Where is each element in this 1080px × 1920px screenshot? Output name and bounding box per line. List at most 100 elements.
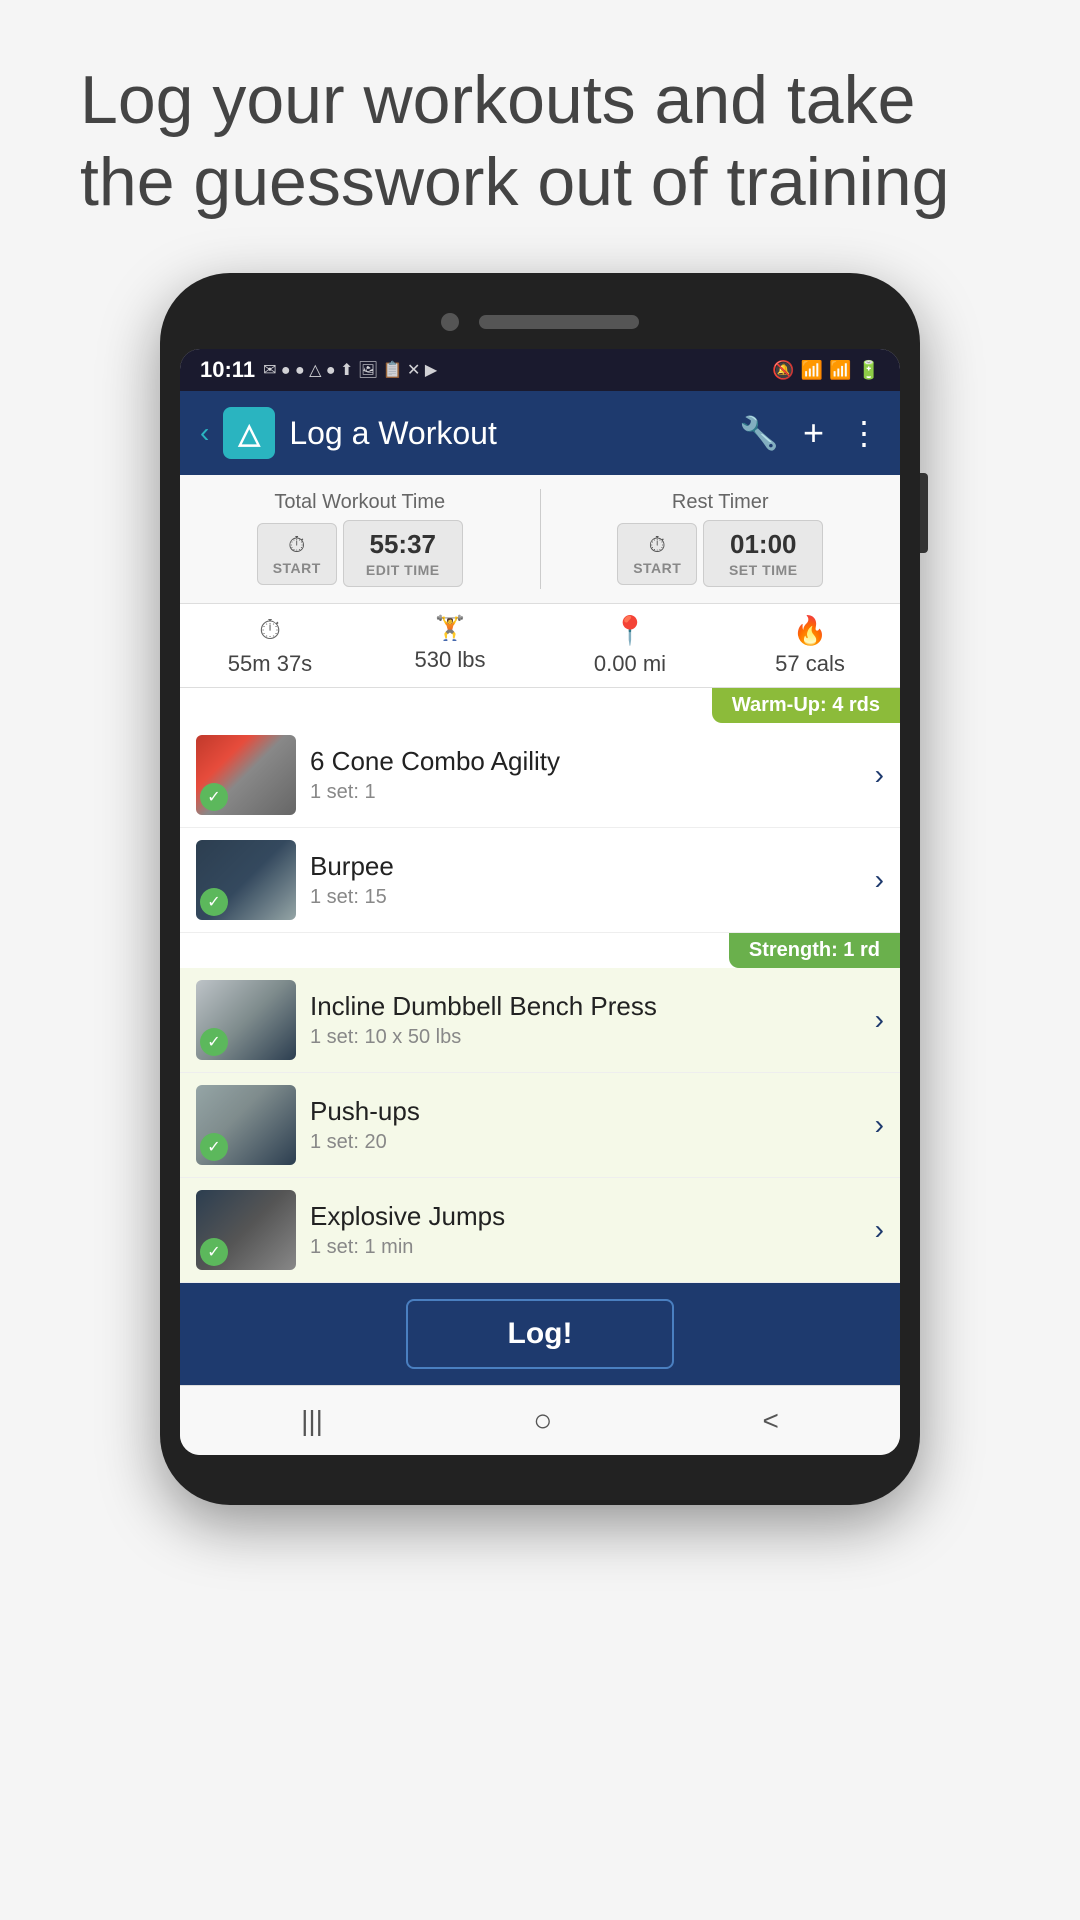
nav-menu-icon[interactable]: ||| xyxy=(301,1405,323,1437)
app-logo: △ xyxy=(223,407,275,459)
stat-time-icon: ⏱ xyxy=(259,614,281,647)
rest-start-button[interactable]: ⏱ START xyxy=(617,523,697,585)
headline: Log your workouts and take the guesswork… xyxy=(0,0,1080,263)
rest-timer-label: Rest Timer xyxy=(672,491,769,514)
stat-weight-icon: 🏋 xyxy=(435,614,465,643)
stat-calories-icon: 🔥 xyxy=(793,614,828,647)
menu-icon[interactable]: ⋮ xyxy=(848,414,880,452)
exercise-detail-1: 1 set: 1 xyxy=(310,781,861,804)
exercise-name-3: Incline Dumbbell Bench Press xyxy=(310,991,861,1022)
rest-timer: Rest Timer ⏱ START 01:00 SET TIME xyxy=(541,485,901,593)
stat-calories: 🔥 57 cals xyxy=(720,614,900,677)
status-icons-left: ✉ ● ● △ ● ⬆ 🖼 📋 ✕ ▶ xyxy=(263,360,437,380)
exercise-check-1: ✓ xyxy=(200,783,228,811)
exercise-info-5: Explosive Jumps 1 set: 1 min xyxy=(310,1201,861,1259)
stat-weight: 🏋 530 lbs xyxy=(360,614,540,677)
exercise-thumbnail-2: ✓ xyxy=(196,840,296,920)
exercise-name-2: Burpee xyxy=(310,851,861,882)
exercise-check-5: ✓ xyxy=(200,1238,228,1266)
warmup-section-tag: Warm-Up: 4 rds xyxy=(180,688,900,723)
exercise-item-2[interactable]: ✓ Burpee 1 set: 15 › xyxy=(180,828,900,933)
log-bar: Log! xyxy=(180,1283,900,1385)
workout-start-label: START xyxy=(273,560,321,576)
stat-time-value: 55m 37s xyxy=(228,651,312,677)
phone-top-bar xyxy=(180,303,900,349)
exercise-name-4: Push-ups xyxy=(310,1096,861,1127)
exercise-info-1: 6 Cone Combo Agility 1 set: 1 xyxy=(310,746,861,804)
phone-camera xyxy=(441,313,459,331)
exercise-arrow-1[interactable]: › xyxy=(875,759,884,791)
logo-icon: △ xyxy=(239,417,261,450)
rest-clock-icon: ⏱ xyxy=(649,532,666,558)
exercise-detail-2: 1 set: 15 xyxy=(310,886,861,909)
workout-start-button[interactable]: ⏱ START xyxy=(257,523,337,585)
exercise-thumbnail-3: ✓ xyxy=(196,980,296,1060)
status-left: 10:11 ✉ ● ● △ ● ⬆ 🖼 📋 ✕ ▶ xyxy=(200,357,437,383)
total-workout-label: Total Workout Time xyxy=(274,491,445,514)
timer-section: Total Workout Time ⏱ START 55:37 EDIT TI… xyxy=(180,475,900,604)
header-icons: 🔧 + ⋮ xyxy=(739,412,880,454)
rest-set-label: SET TIME xyxy=(729,562,798,578)
workout-clock-icon: ⏱ xyxy=(288,532,305,558)
total-workout-timer: Total Workout Time ⏱ START 55:37 EDIT TI… xyxy=(180,485,540,593)
workout-content: Warm-Up: 4 rds ✓ 6 Cone Combo Agility 1 … xyxy=(180,688,900,1283)
headline-text: Log your workouts and take the guesswork… xyxy=(80,60,1000,223)
exercise-item[interactable]: ✓ 6 Cone Combo Agility 1 set: 1 › xyxy=(180,723,900,828)
exercise-item-4[interactable]: ✓ Push-ups 1 set: 20 › xyxy=(180,1073,900,1178)
status-time: 10:11 xyxy=(200,357,255,383)
stat-weight-value: 530 lbs xyxy=(415,647,486,673)
phone-nav: ||| ○ < xyxy=(180,1385,900,1455)
status-bar: 10:11 ✉ ● ● △ ● ⬆ 🖼 📋 ✕ ▶ 🔕 📶 📶 🔋 xyxy=(180,349,900,391)
stats-row: ⏱ 55m 37s 🏋 530 lbs 📍 0.00 mi 🔥 57 cals xyxy=(180,604,900,688)
warmup-badge: Warm-Up: 4 rds xyxy=(712,688,900,723)
exercise-check-3: ✓ xyxy=(200,1028,228,1056)
app-header: ‹ △ Log a Workout 🔧 + ⋮ xyxy=(180,391,900,475)
exercise-arrow-5[interactable]: › xyxy=(875,1214,884,1246)
back-button[interactable]: ‹ xyxy=(200,417,209,449)
exercise-thumbnail-4: ✓ xyxy=(196,1085,296,1165)
wrench-icon[interactable]: 🔧 xyxy=(739,414,779,452)
phone-frame: 10:11 ✉ ● ● △ ● ⬆ 🖼 📋 ✕ ▶ 🔕 📶 📶 🔋 ‹ △ Lo… xyxy=(160,273,920,1505)
stat-time: ⏱ 55m 37s xyxy=(180,614,360,677)
exercise-check-2: ✓ xyxy=(200,888,228,916)
exercise-info-3: Incline Dumbbell Bench Press 1 set: 10 x… xyxy=(310,991,861,1049)
timer-controls-left: ⏱ START 55:37 EDIT TIME xyxy=(257,520,463,587)
exercise-item-3[interactable]: ✓ Incline Dumbbell Bench Press 1 set: 10… xyxy=(180,968,900,1073)
exercise-arrow-4[interactable]: › xyxy=(875,1109,884,1141)
timer-controls-right: ⏱ START 01:00 SET TIME xyxy=(617,520,823,587)
workout-edit-label: EDIT TIME xyxy=(366,562,440,578)
stat-distance: 📍 0.00 mi xyxy=(540,614,720,677)
exercise-arrow-3[interactable]: › xyxy=(875,1004,884,1036)
stat-distance-value: 0.00 mi xyxy=(594,651,666,677)
workout-time-value: 55:37 xyxy=(370,529,437,560)
rest-time-display[interactable]: 01:00 SET TIME xyxy=(703,520,823,587)
exercise-name-5: Explosive Jumps xyxy=(310,1201,861,1232)
exercise-arrow-2[interactable]: › xyxy=(875,864,884,896)
exercise-thumbnail-5: ✓ xyxy=(196,1190,296,1270)
log-button[interactable]: Log! xyxy=(406,1299,675,1369)
app-title: Log a Workout xyxy=(289,415,725,452)
stat-calories-value: 57 cals xyxy=(775,651,845,677)
nav-back-icon[interactable]: < xyxy=(763,1405,779,1437)
rest-start-label: START xyxy=(633,560,681,576)
phone-screen: 10:11 ✉ ● ● △ ● ⬆ 🖼 📋 ✕ ▶ 🔕 📶 📶 🔋 ‹ △ Lo… xyxy=(180,349,900,1455)
exercise-info-2: Burpee 1 set: 15 xyxy=(310,851,861,909)
exercise-name-1: 6 Cone Combo Agility xyxy=(310,746,861,777)
add-icon[interactable]: + xyxy=(803,412,824,454)
exercise-item-5[interactable]: ✓ Explosive Jumps 1 set: 1 min › xyxy=(180,1178,900,1283)
exercise-info-4: Push-ups 1 set: 20 xyxy=(310,1096,861,1154)
workout-time-display[interactable]: 55:37 EDIT TIME xyxy=(343,520,463,587)
strength-section-tag: Strength: 1 rd xyxy=(180,933,900,968)
phone-speaker xyxy=(479,315,639,329)
phone-side-button xyxy=(920,473,928,553)
nav-home-icon[interactable]: ○ xyxy=(533,1402,552,1439)
exercise-check-4: ✓ xyxy=(200,1133,228,1161)
exercise-detail-3: 1 set: 10 x 50 lbs xyxy=(310,1026,861,1049)
exercise-detail-4: 1 set: 20 xyxy=(310,1131,861,1154)
exercise-detail-5: 1 set: 1 min xyxy=(310,1236,861,1259)
exercise-thumbnail-1: ✓ xyxy=(196,735,296,815)
rest-time-value: 01:00 xyxy=(730,529,797,560)
status-icons-right: 🔕 📶 📶 🔋 xyxy=(772,360,880,381)
stat-distance-icon: 📍 xyxy=(613,614,648,647)
strength-badge: Strength: 1 rd xyxy=(729,933,900,968)
